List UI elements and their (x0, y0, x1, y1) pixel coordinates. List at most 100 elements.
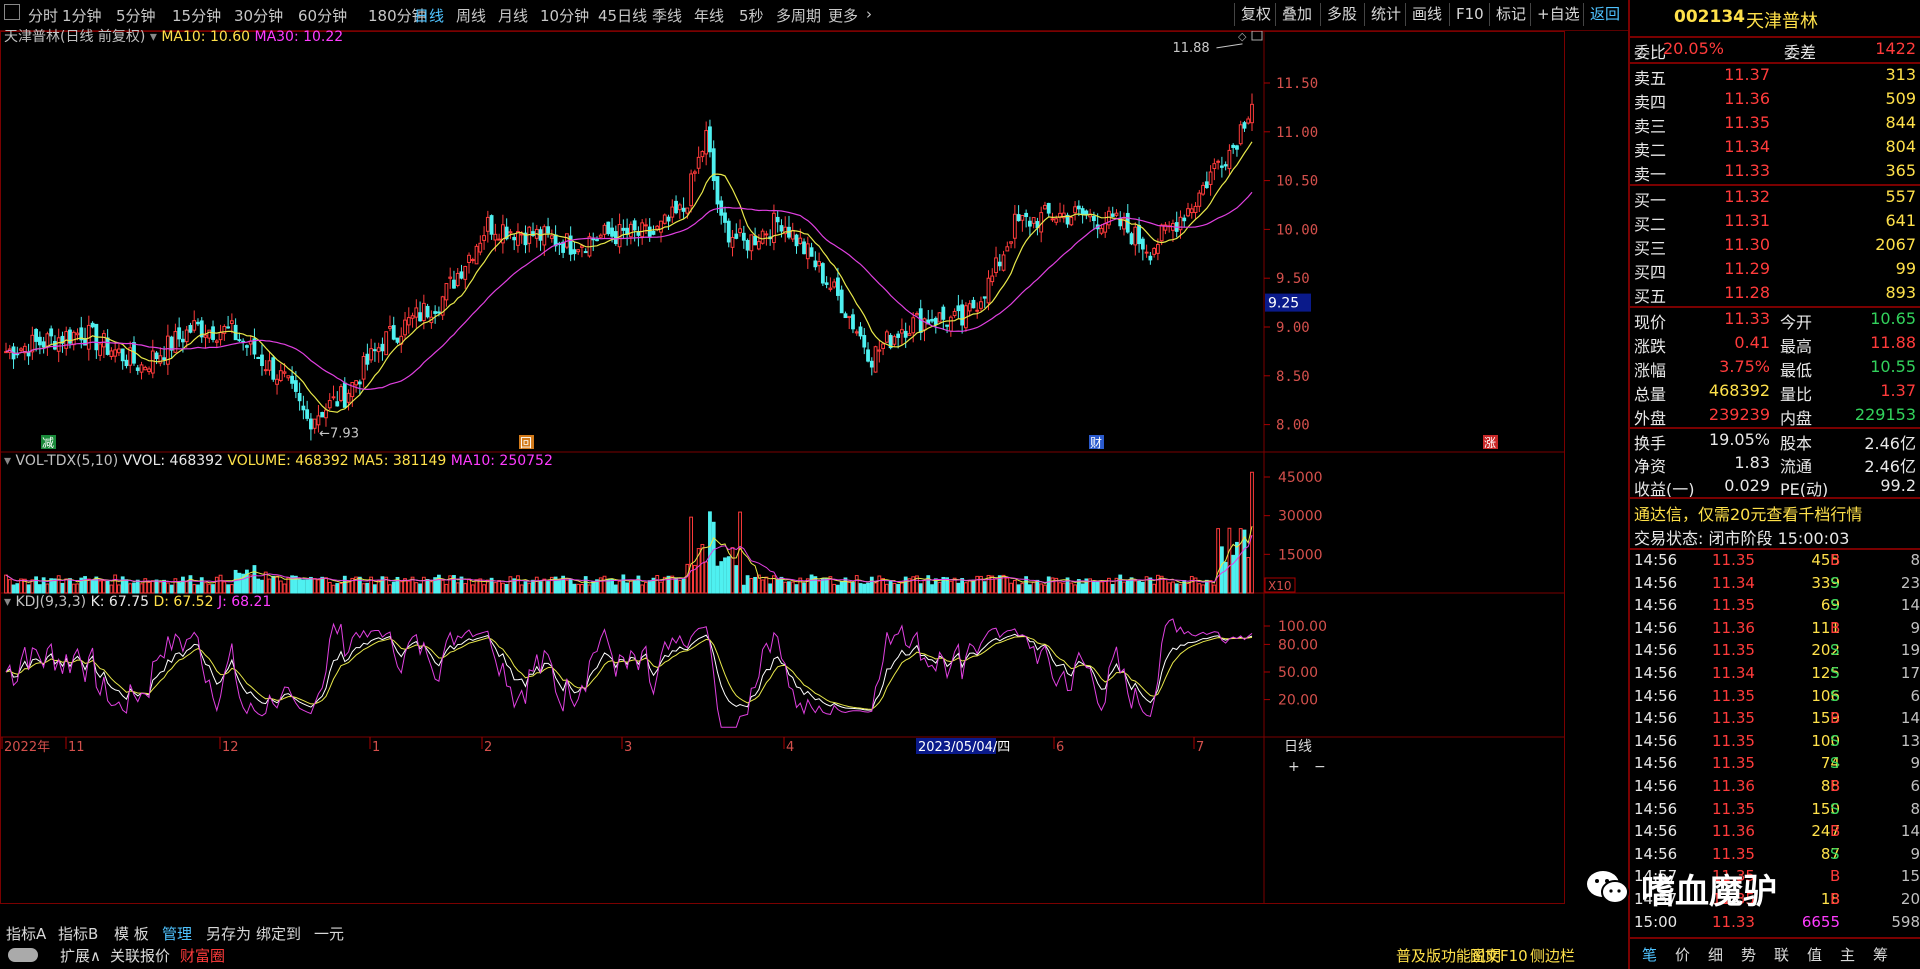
ask-row[interactable]: 卖四 11.36 509 (1634, 88, 1920, 112)
dropdown-icon[interactable]: ▾ (150, 29, 157, 45)
toggle-switch[interactable] (8, 948, 38, 962)
volume-bar (56, 575, 61, 594)
period-4[interactable]: 30分钟 (234, 5, 283, 26)
candle-body (900, 329, 904, 334)
quote-tab-0[interactable]: 笔 (1642, 944, 1657, 965)
period-0[interactable]: 分时 (28, 5, 58, 26)
quote-tab-3[interactable]: 势 (1741, 944, 1756, 965)
period-5[interactable]: 60分钟 (298, 5, 347, 26)
candle-body (1054, 218, 1059, 223)
bottom-tab-2[interactable]: 模 板 (114, 923, 149, 944)
candle-body (1091, 215, 1096, 222)
quote-tab-4[interactable]: 联 (1774, 944, 1789, 965)
candle-body (312, 418, 317, 429)
event-marker-label[interactable]: 减 (42, 436, 54, 450)
tool-6[interactable]: 标记 (1489, 3, 1532, 26)
ad-row[interactable]: 通达信，仅需20元查看千档行情 (1634, 500, 1920, 525)
candle-body (218, 332, 223, 341)
tick-time: 14:56 (1634, 709, 1678, 728)
dropdown-icon[interactable]: ▾ (4, 453, 11, 469)
period-11[interactable]: 45日线 (598, 5, 647, 26)
candle-body (809, 247, 814, 257)
tool-1[interactable]: 叠加 (1275, 3, 1318, 26)
bid-row[interactable]: 买四 11.29 99 (1634, 258, 1920, 282)
diamond-icon[interactable]: ◇ (1238, 31, 1247, 43)
ask-row[interactable]: 卖三 11.35 844 (1634, 112, 1920, 136)
candle-body (915, 313, 919, 316)
period-14[interactable]: 5秒 (739, 5, 764, 26)
panel-toggle-icon[interactable] (1251, 31, 1263, 41)
bottom-link-0[interactable]: 扩展∧ (60, 945, 101, 966)
zoom-out-icon[interactable]: − (1314, 759, 1326, 775)
volume-bar (1197, 583, 1202, 594)
kline-chart-area[interactable]: 11.50 11.00 10.50 10.00 9.50 9.00 8.50 8.00 9.25… (0, 29, 1628, 904)
bottom-tab-0[interactable]: 指标A (6, 923, 46, 944)
tool-4[interactable]: 画线 (1405, 3, 1448, 26)
ask-row[interactable]: 卖一 11.33 365 (1634, 160, 1920, 184)
quote-tab-1[interactable]: 价 (1675, 944, 1690, 965)
period-13[interactable]: 年线 (694, 5, 724, 26)
volume-bar (147, 581, 151, 594)
bottom-link-2[interactable]: 财富圈 (180, 945, 225, 966)
dropdown-icon[interactable]: ▾ (4, 594, 11, 610)
period-label[interactable]: 日线 (1284, 739, 1312, 755)
volume-bar (41, 577, 46, 594)
bottom-tab-5[interactable]: 绑定到 (256, 923, 301, 944)
candle-body (779, 225, 784, 232)
event-marker-label[interactable]: 涨 (1484, 435, 1496, 450)
period-3[interactable]: 15分钟 (172, 5, 221, 26)
event-marker-label[interactable]: 回 (520, 436, 532, 450)
ask-row[interactable]: 卖五 11.37 313 (1634, 64, 1920, 88)
tick-price: 11.35 (1712, 731, 1755, 750)
chevron-right-icon[interactable]: › (866, 5, 872, 23)
bottom-tab-1[interactable]: 指标B (58, 923, 98, 944)
tool-0[interactable]: 复权 (1234, 3, 1277, 26)
stat-value: 2.46亿 (1864, 434, 1916, 453)
tool-3[interactable]: 统计 (1364, 3, 1407, 26)
period-10[interactable]: 10分钟 (540, 5, 589, 26)
period-1[interactable]: 1分钟 (62, 5, 102, 26)
bid-row[interactable]: 买五 11.28 893 (1634, 282, 1920, 306)
bid-volume: 2067 (1875, 235, 1916, 254)
volume-bar (817, 580, 821, 594)
candle-body (459, 271, 464, 279)
bid-row[interactable]: 买二 11.31 641 (1634, 210, 1920, 234)
bid-row[interactable]: 买一 11.32 557 (1634, 186, 1920, 210)
period-16[interactable]: 更多 (828, 5, 858, 26)
quote-tab-2[interactable]: 细 (1708, 944, 1723, 965)
weicha-value: 1422 (1875, 39, 1916, 58)
tick-side: B (1830, 822, 1841, 841)
tool-5[interactable]: F10 (1449, 3, 1490, 26)
volume-bar (184, 581, 189, 594)
zoom-in-icon[interactable]: + (1288, 759, 1300, 775)
period-8[interactable]: 周线 (456, 5, 486, 26)
period-12[interactable]: 季线 (652, 5, 682, 26)
bid-row[interactable]: 买三 11.30 2067 (1634, 234, 1920, 258)
period-2[interactable]: 5分钟 (116, 5, 156, 26)
candle-body (278, 370, 283, 382)
bottom-right-2[interactable]: 侧边栏 (1530, 945, 1575, 966)
tool-2[interactable]: 多股 (1320, 3, 1363, 26)
vol-tick-label: 15000 (1278, 547, 1323, 563)
bottom-tab-6[interactable]: 一元 (314, 923, 344, 944)
tool-8[interactable]: 返回 (1583, 3, 1626, 26)
panel-icon[interactable] (4, 4, 20, 20)
x-cursor-label: 2023/05/04/四 (918, 740, 1010, 755)
quote-tab-5[interactable]: 值 (1807, 944, 1822, 965)
bottom-tab-4[interactable]: 另存为 (206, 923, 251, 944)
volume-bar (361, 583, 366, 594)
volume-bar (1167, 582, 1172, 594)
period-15[interactable]: 多周期 (776, 5, 821, 26)
period-7[interactable]: 日线 (414, 5, 444, 26)
bottom-link-1[interactable]: 关联报价 (110, 945, 170, 966)
candle-body (177, 327, 182, 340)
bottom-right-1[interactable]: 图文F10 (1470, 945, 1528, 966)
quote-tab-6[interactable]: 主 (1840, 944, 1855, 965)
event-marker-label[interactable]: 财 (1090, 436, 1102, 450)
period-9[interactable]: 月线 (498, 5, 528, 26)
tool-7[interactable]: +自选 (1530, 3, 1586, 26)
quote-tab-7[interactable]: 筹 (1873, 944, 1888, 965)
ad-text[interactable]: 通达信，仅需20元查看千档行情 (1634, 501, 1862, 525)
ask-row[interactable]: 卖二 11.34 804 (1634, 136, 1920, 160)
bottom-tab-3[interactable]: 管理 (162, 923, 192, 944)
